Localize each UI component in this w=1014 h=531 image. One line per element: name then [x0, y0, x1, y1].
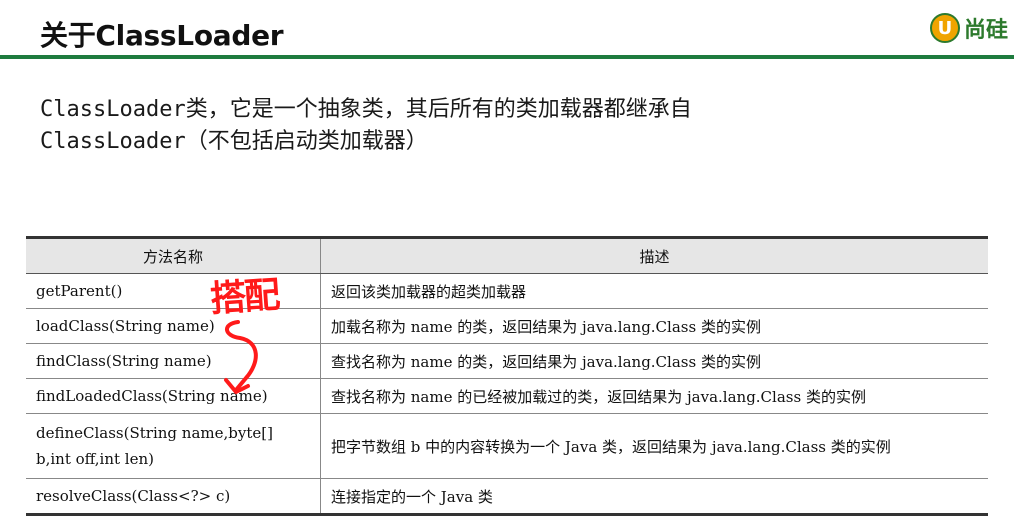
table-row: resolveClass(Class<?> c) 连接指定的一个 Java 类: [26, 478, 988, 516]
handwritten-arrow-icon: [224, 320, 258, 394]
table-row: defineClass(String name,byte[] b,int off…: [26, 413, 988, 479]
table-header-row: 方法名称 描述: [26, 236, 988, 274]
header-divider: [0, 55, 1014, 59]
header-description: 描述: [320, 236, 988, 274]
method-cell: defineClass(String name,byte[] b,int off…: [26, 413, 321, 479]
handwritten-annotation: 搭配: [208, 274, 280, 321]
description-cell: 连接指定的一个 Java 类: [320, 478, 988, 516]
table-row: findLoadedClass(String name) 查找名称为 name …: [26, 378, 988, 414]
logo-icon: U: [929, 13, 960, 43]
intro-text: ClassLoader类，它是一个抽象类，其后所有的类加载器都继承自 ClassL…: [40, 94, 692, 158]
page-title: 关于ClassLoader: [40, 19, 284, 52]
intro-line-1: ClassLoader类，它是一个抽象类，其后所有的类加载器都继承自: [40, 97, 692, 122]
table-row: getParent() 返回该类加载器的超类加载器: [26, 273, 988, 309]
description-cell: 加载名称为 name 的类，返回结果为 java.lang.Class 类的实例: [320, 308, 988, 344]
description-cell: 查找名称为 name 的类，返回结果为 java.lang.Class 类的实例: [320, 343, 988, 379]
method-cell: resolveClass(Class<?> c): [26, 478, 321, 516]
table-row: loadClass(String name) 加载名称为 name 的类，返回结…: [26, 308, 988, 344]
logo-text: 尚硅: [963, 18, 1008, 43]
description-cell: 把字节数组 b 中的内容转换为一个 Java 类，返回结果为 java.lang…: [320, 413, 988, 479]
description-cell: 查找名称为 name 的已经被加载过的类，返回结果为 java.lang.Cla…: [320, 378, 988, 414]
description-cell: 返回该类加载器的超类加载器: [320, 273, 988, 309]
brand-logo: U 尚硅: [929, 12, 1008, 44]
table-row: findClass(String name) 查找名称为 name 的类，返回结…: [26, 343, 988, 379]
intro-line-2: ClassLoader（不包括启动类加载器）: [40, 129, 428, 154]
methods-table-container: 方法名称 描述 getParent() 返回该类加载器的超类加载器 loadCl…: [26, 236, 988, 516]
methods-table: 方法名称 描述 getParent() 返回该类加载器的超类加载器 loadCl…: [26, 236, 988, 516]
